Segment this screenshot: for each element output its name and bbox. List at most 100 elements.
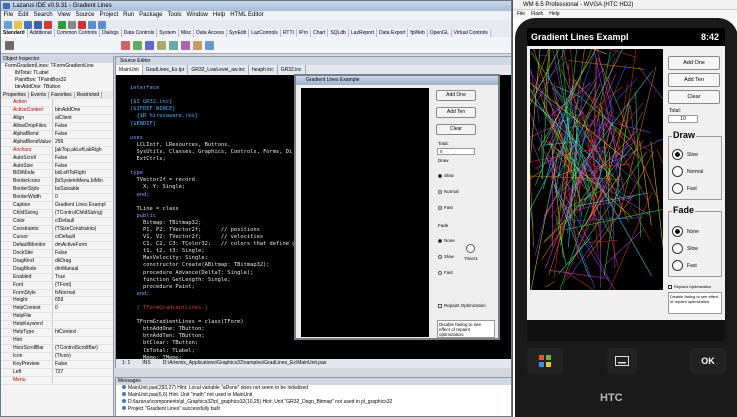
property-value[interactable]: [53, 313, 55, 320]
menu-item[interactable]: File: [1, 12, 16, 18]
component-icon[interactable]: [145, 41, 154, 50]
message-line[interactable]: MainUnit.pas(6,6) Hint: Unit "math" not …: [116, 392, 511, 399]
property-value[interactable]: False: [53, 163, 67, 170]
save-all-icon[interactable]: [34, 21, 42, 29]
menu-item[interactable]: Source: [73, 12, 97, 18]
component-icon[interactable]: [133, 41, 142, 50]
property-value[interactable]: bdLeftToRight: [53, 170, 86, 177]
palette-tab[interactable]: System: [157, 29, 179, 37]
step-over-icon[interactable]: [98, 21, 106, 29]
property-row[interactable]: AlphaBlendValue 255: [1, 138, 113, 147]
property-row[interactable]: BorderIcons [biSystemMenu,biMin: [1, 178, 113, 187]
property-row[interactable]: Font (TFont): [1, 281, 113, 290]
palette-tab[interactable]: Dialogs: [99, 29, 122, 37]
editor-tab[interactable]: heaph.inc: [249, 65, 278, 75]
property-value[interactable]: (TControlChildSizing): [53, 210, 103, 217]
editor-tab[interactable]: MainUnit: [116, 65, 143, 75]
property-row[interactable]: DefaultMonitor dmActiveForm: [1, 241, 113, 250]
wm-draw-fast-radio[interactable]: Fast: [672, 183, 697, 194]
property-value[interactable]: dmActiveForm: [53, 242, 87, 249]
menu-item[interactable]: Help: [210, 12, 227, 18]
property-value[interactable]: False: [53, 155, 67, 162]
palette-tab[interactable]: Additional: [27, 29, 55, 37]
property-row[interactable]: BiDiMode bdLeftToRight: [1, 170, 113, 179]
palette-tab[interactable]: Data Controls: [121, 29, 158, 37]
property-value[interactable]: [biSystemMenu,biMin: [53, 178, 103, 185]
property-row[interactable]: HelpKeyword: [1, 321, 113, 330]
property-row[interactable]: FormStyle fsNormal: [1, 289, 113, 298]
property-row[interactable]: Menu: [1, 376, 113, 385]
property-row[interactable]: Left 727: [1, 368, 113, 377]
property-row[interactable]: BorderWidth 0: [1, 194, 113, 203]
property-row[interactable]: ChildSizing (TControlChildSizing): [1, 210, 113, 219]
component-icon[interactable]: [205, 41, 214, 50]
tree-item[interactable]: lblTotal: TLabel: [1, 70, 113, 77]
inspector-tab[interactable]: Favorites: [49, 92, 75, 98]
repaint-optimization-checkbox[interactable]: Repaint Optimization: [438, 303, 486, 308]
wm-fade-none-radio[interactable]: None: [672, 226, 699, 237]
property-value[interactable]: dkDrag: [53, 258, 71, 265]
property-row[interactable]: Cursor crDefault: [1, 233, 113, 242]
palette-tab[interactable]: Common Controls: [54, 29, 100, 37]
property-row[interactable]: DragMode dmManual: [1, 265, 113, 274]
open-folder-icon[interactable]: [14, 21, 22, 29]
property-value[interactable]: (TIcon): [53, 353, 71, 360]
property-row[interactable]: Caption Gradient Lines Exampl: [1, 202, 113, 211]
ok-button[interactable]: OK: [690, 348, 726, 374]
inspector-tab[interactable]: Properties: [1, 92, 29, 98]
property-row[interactable]: KeyPreview False: [1, 360, 113, 369]
property-row[interactable]: DragKind dkDrag: [1, 257, 113, 266]
wm-fade-fast-radio[interactable]: Fast: [672, 260, 697, 271]
wm-add-one-button[interactable]: Add One: [668, 56, 720, 70]
component-icon[interactable]: [169, 41, 178, 50]
palette-tab[interactable]: Data Export: [376, 29, 409, 37]
property-row[interactable]: AllowDropFiles False: [1, 122, 113, 131]
property-value[interactable]: False: [53, 361, 67, 368]
save-icon[interactable]: [24, 21, 32, 29]
property-value[interactable]: False: [53, 250, 67, 257]
property-row[interactable]: DockSite False: [1, 249, 113, 258]
wm-clear-button[interactable]: Clear: [668, 90, 720, 104]
property-value[interactable]: alClient: [53, 115, 72, 122]
component-icon[interactable]: [193, 41, 202, 50]
property-row[interactable]: ActiveControl btnAddOne: [1, 106, 113, 115]
tree-item[interactable]: PaintBox: TPaintBox32: [1, 77, 113, 84]
fade-fast-radio[interactable]: Fast: [438, 270, 453, 275]
property-value[interactable]: 0: [53, 194, 58, 201]
menu-item[interactable]: View: [55, 12, 73, 18]
property-value[interactable]: 0: [53, 305, 58, 312]
wm-add-ten-button[interactable]: Add Ten: [668, 73, 720, 87]
tree-item[interactable]: btnAddOne: TButton: [1, 84, 113, 91]
stop-icon[interactable]: [78, 21, 86, 29]
property-value[interactable]: dmManual: [53, 266, 78, 273]
close-file-icon[interactable]: [44, 21, 52, 29]
message-line[interactable]: D:\lazarus\components\pl_Graphics32\pl_g…: [116, 399, 511, 406]
add-one-button[interactable]: Add One: [436, 90, 476, 101]
windows-start-button[interactable]: [527, 348, 563, 374]
property-value[interactable]: (TFont): [53, 282, 71, 289]
property-row[interactable]: AutoScroll False: [1, 154, 113, 163]
property-value[interactable]: False: [53, 131, 67, 138]
run-icon[interactable]: [58, 21, 66, 29]
draw-slow-radio[interactable]: Slow: [438, 173, 454, 178]
property-value[interactable]: (TControlScrollBar): [53, 345, 98, 352]
palette-tab[interactable]: Chart: [311, 29, 329, 37]
editor-tab[interactable]: GR32_LowLevel_aw.inc: [188, 65, 250, 75]
component-icon[interactable]: [181, 41, 190, 50]
palette-tab[interactable]: IPro: [296, 29, 312, 37]
draw-normal-radio[interactable]: Normal: [438, 189, 459, 194]
wm-draw-normal-radio[interactable]: Normal: [672, 166, 703, 177]
property-value[interactable]: fsNormal: [53, 290, 75, 297]
wm-draw-slow-radio[interactable]: Slow: [672, 149, 698, 160]
wm-fade-slow-radio[interactable]: Slow: [672, 243, 698, 254]
clear-button[interactable]: Clear: [436, 124, 476, 135]
menu-item[interactable]: HTML Editor: [228, 12, 266, 18]
menu-item[interactable]: Project: [97, 12, 121, 18]
property-value[interactable]: Gradient Lines Exampl: [53, 202, 106, 209]
inspector-tab[interactable]: Restricted: [74, 92, 103, 98]
message-line[interactable]: Project "Gradient Lines" successfully bu…: [116, 406, 511, 413]
menu-item[interactable]: Edit: [16, 12, 31, 18]
step-into-icon[interactable]: [88, 21, 96, 29]
draw-fast-radio[interactable]: Fast: [438, 205, 453, 210]
component-icon[interactable]: [157, 41, 166, 50]
